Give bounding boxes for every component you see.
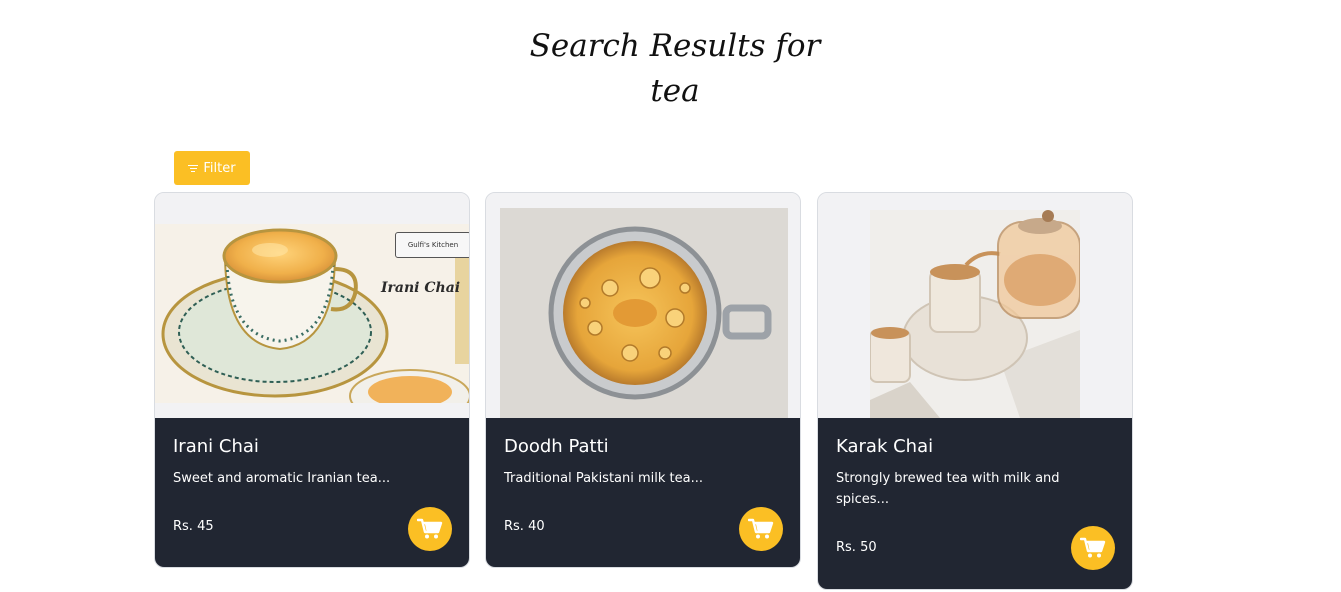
product-card-body: Irani Chai Sweet and aromatic Iranian te… <box>155 418 469 567</box>
page-title-line-1: Search Results for <box>529 28 821 64</box>
product-description: Strongly brewed tea with milk and spices… <box>836 471 1060 507</box>
product-image-irani-chai: Gulfi's Kitchen Irani Chai <box>155 193 469 418</box>
product-price: Rs. 50 <box>836 540 877 555</box>
product-card-doodh-patti[interactable]: Doodh Patti Traditional Pakistani milk t… <box>485 192 801 568</box>
add-to-cart-button[interactable] <box>408 507 452 551</box>
product-card-karak-chai[interactable]: Karak Chai Strongly brewed tea with milk… <box>817 192 1133 590</box>
shopping-cart-icon <box>417 518 443 539</box>
page-title: Search Results for tea <box>520 24 830 114</box>
add-to-cart-button[interactable] <box>739 507 783 551</box>
product-price: Rs. 45 <box>173 519 214 534</box>
product-name: Irani Chai <box>173 436 259 457</box>
product-card-body: Karak Chai Strongly brewed tea with milk… <box>818 418 1132 589</box>
product-name: Doodh Patti <box>504 436 609 457</box>
shopping-cart-icon <box>1080 537 1106 558</box>
product-card-body: Doodh Patti Traditional Pakistani milk t… <box>486 418 800 567</box>
filter-icon <box>188 164 199 172</box>
product-description: Traditional Pakistani milk tea... <box>504 471 704 486</box>
product-image-karak-chai <box>818 193 1132 418</box>
page-title-query: tea <box>650 73 700 109</box>
shopping-cart-icon <box>748 518 774 539</box>
filter-button[interactable]: Filter <box>174 151 250 185</box>
product-name: Karak Chai <box>836 436 934 457</box>
filter-button-label: Filter <box>203 160 236 176</box>
product-image-doodh-patti <box>486 193 800 418</box>
image-caption: Irani Chai <box>381 280 461 296</box>
product-card-irani-chai[interactable]: Gulfi's Kitchen Irani Chai Irani Chai Sw… <box>154 192 470 568</box>
brand-logo: Gulfi's Kitchen <box>395 232 469 258</box>
add-to-cart-button[interactable] <box>1071 526 1115 570</box>
product-price: Rs. 40 <box>504 519 545 534</box>
product-description: Sweet and aromatic Iranian tea... <box>173 471 391 486</box>
